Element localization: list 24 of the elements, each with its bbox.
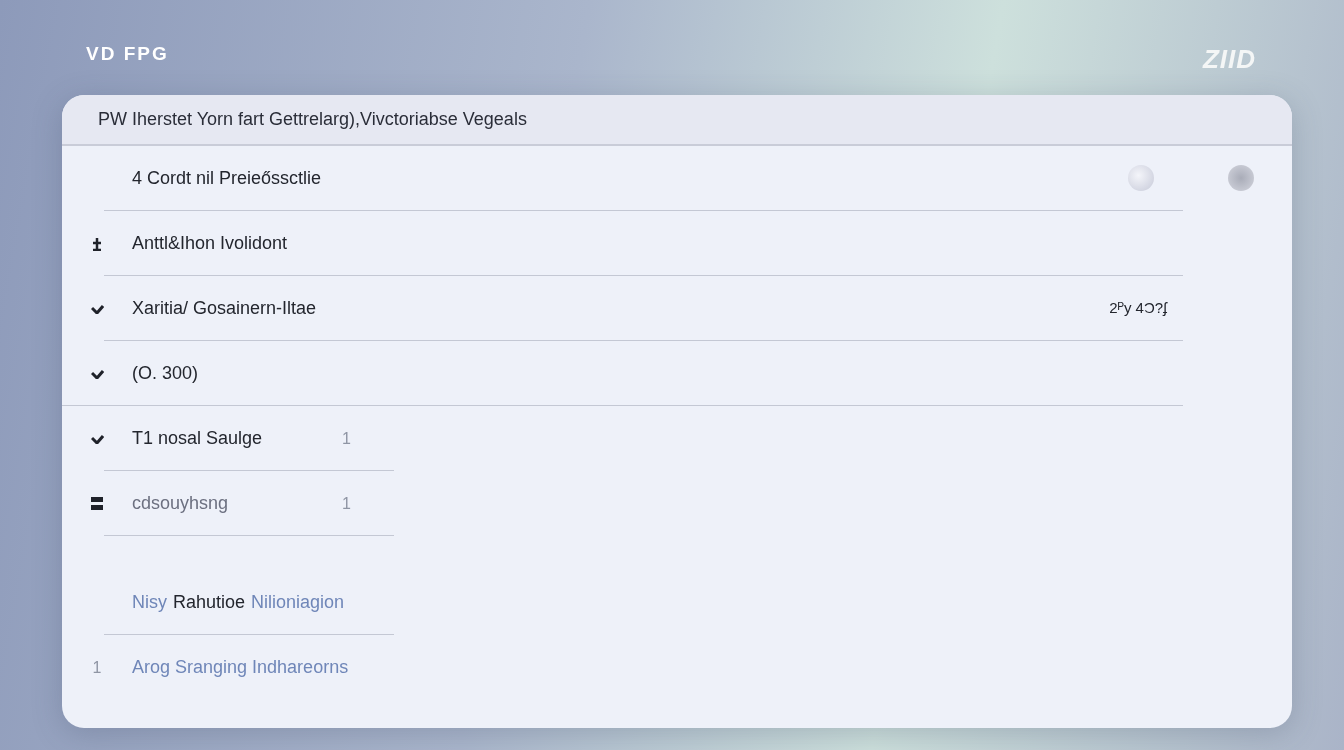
row-label: Xaritia/ Gosainern-Iltae: [132, 297, 317, 320]
row-value: 1: [342, 428, 351, 449]
check-icon: [90, 303, 104, 314]
list-icon: [91, 496, 103, 511]
row-label: Nilioniagion: [251, 591, 345, 614]
check-icon: [90, 368, 104, 379]
brand-title: VD FPG: [86, 42, 169, 66]
row-marker: 1: [92, 657, 102, 678]
row-label: Nisy: [132, 591, 167, 614]
panel-title: PW Iherstet Yorn fart Gettrelarg),Vivctoriabse Vegeals: [98, 108, 527, 131]
plus-icon: [92, 236, 102, 251]
row-label: Arog Sranging Indhareorns: [132, 656, 349, 679]
row-value: 2ᴾy 4Ɔ?ʄ: [1109, 298, 1167, 319]
radio-button[interactable]: [1228, 165, 1254, 191]
row-label: (O. 300): [132, 362, 199, 385]
row-label: T1 nosal Saulge: [132, 427, 263, 450]
check-icon: [90, 433, 104, 444]
row-label: cdsouyhsng: [132, 492, 229, 515]
row-label: 4 Cordt nil Preieőssctlie: [132, 167, 322, 190]
logo: ZIID: [1202, 43, 1256, 76]
radio-button[interactable]: [1128, 165, 1154, 191]
row-label: Rahutioe: [173, 591, 246, 614]
row-label: Anttl&Ihon Ivolidont: [132, 232, 288, 255]
row-value: 1: [342, 493, 351, 514]
